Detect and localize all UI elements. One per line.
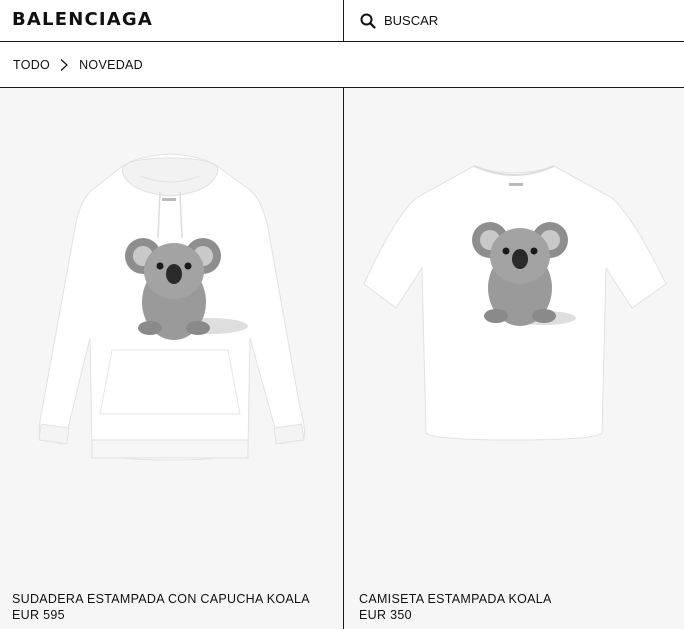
breadcrumb: TODO NOVEDAD	[0, 42, 684, 88]
product-image-hoodie[interactable]	[0, 88, 343, 558]
header: BALENCIAGA	[0, 0, 684, 42]
breadcrumb-item-novedad[interactable]: NOVEDAD	[79, 58, 143, 72]
product-grid: SUDADERA ESTAMPADA CON CAPUCHA KOALA EUR…	[0, 88, 684, 629]
product-card[interactable]: CAMISETA ESTAMPADA KOALA EUR 350	[344, 88, 684, 629]
chevron-right-icon	[60, 58, 68, 71]
product-price: EUR 350	[359, 608, 412, 622]
brand-logo[interactable]: BALENCIAGA	[12, 9, 153, 30]
search-input[interactable]	[384, 13, 644, 28]
product-name[interactable]: CAMISETA ESTAMPADA KOALA	[359, 591, 672, 607]
breadcrumb-item-todo[interactable]: TODO	[13, 58, 50, 72]
search-bar[interactable]	[344, 0, 684, 41]
product-image-tshirt[interactable]	[344, 88, 684, 558]
product-info: CAMISETA ESTAMPADA KOALA EUR 350	[359, 591, 672, 623]
product-name[interactable]: SUDADERA ESTAMPADA CON CAPUCHA KOALA	[12, 591, 331, 607]
product-price: EUR 595	[12, 608, 65, 622]
search-icon[interactable]	[360, 13, 376, 29]
product-info: SUDADERA ESTAMPADA CON CAPUCHA KOALA EUR…	[12, 591, 331, 623]
product-card[interactable]: SUDADERA ESTAMPADA CON CAPUCHA KOALA EUR…	[0, 88, 343, 629]
